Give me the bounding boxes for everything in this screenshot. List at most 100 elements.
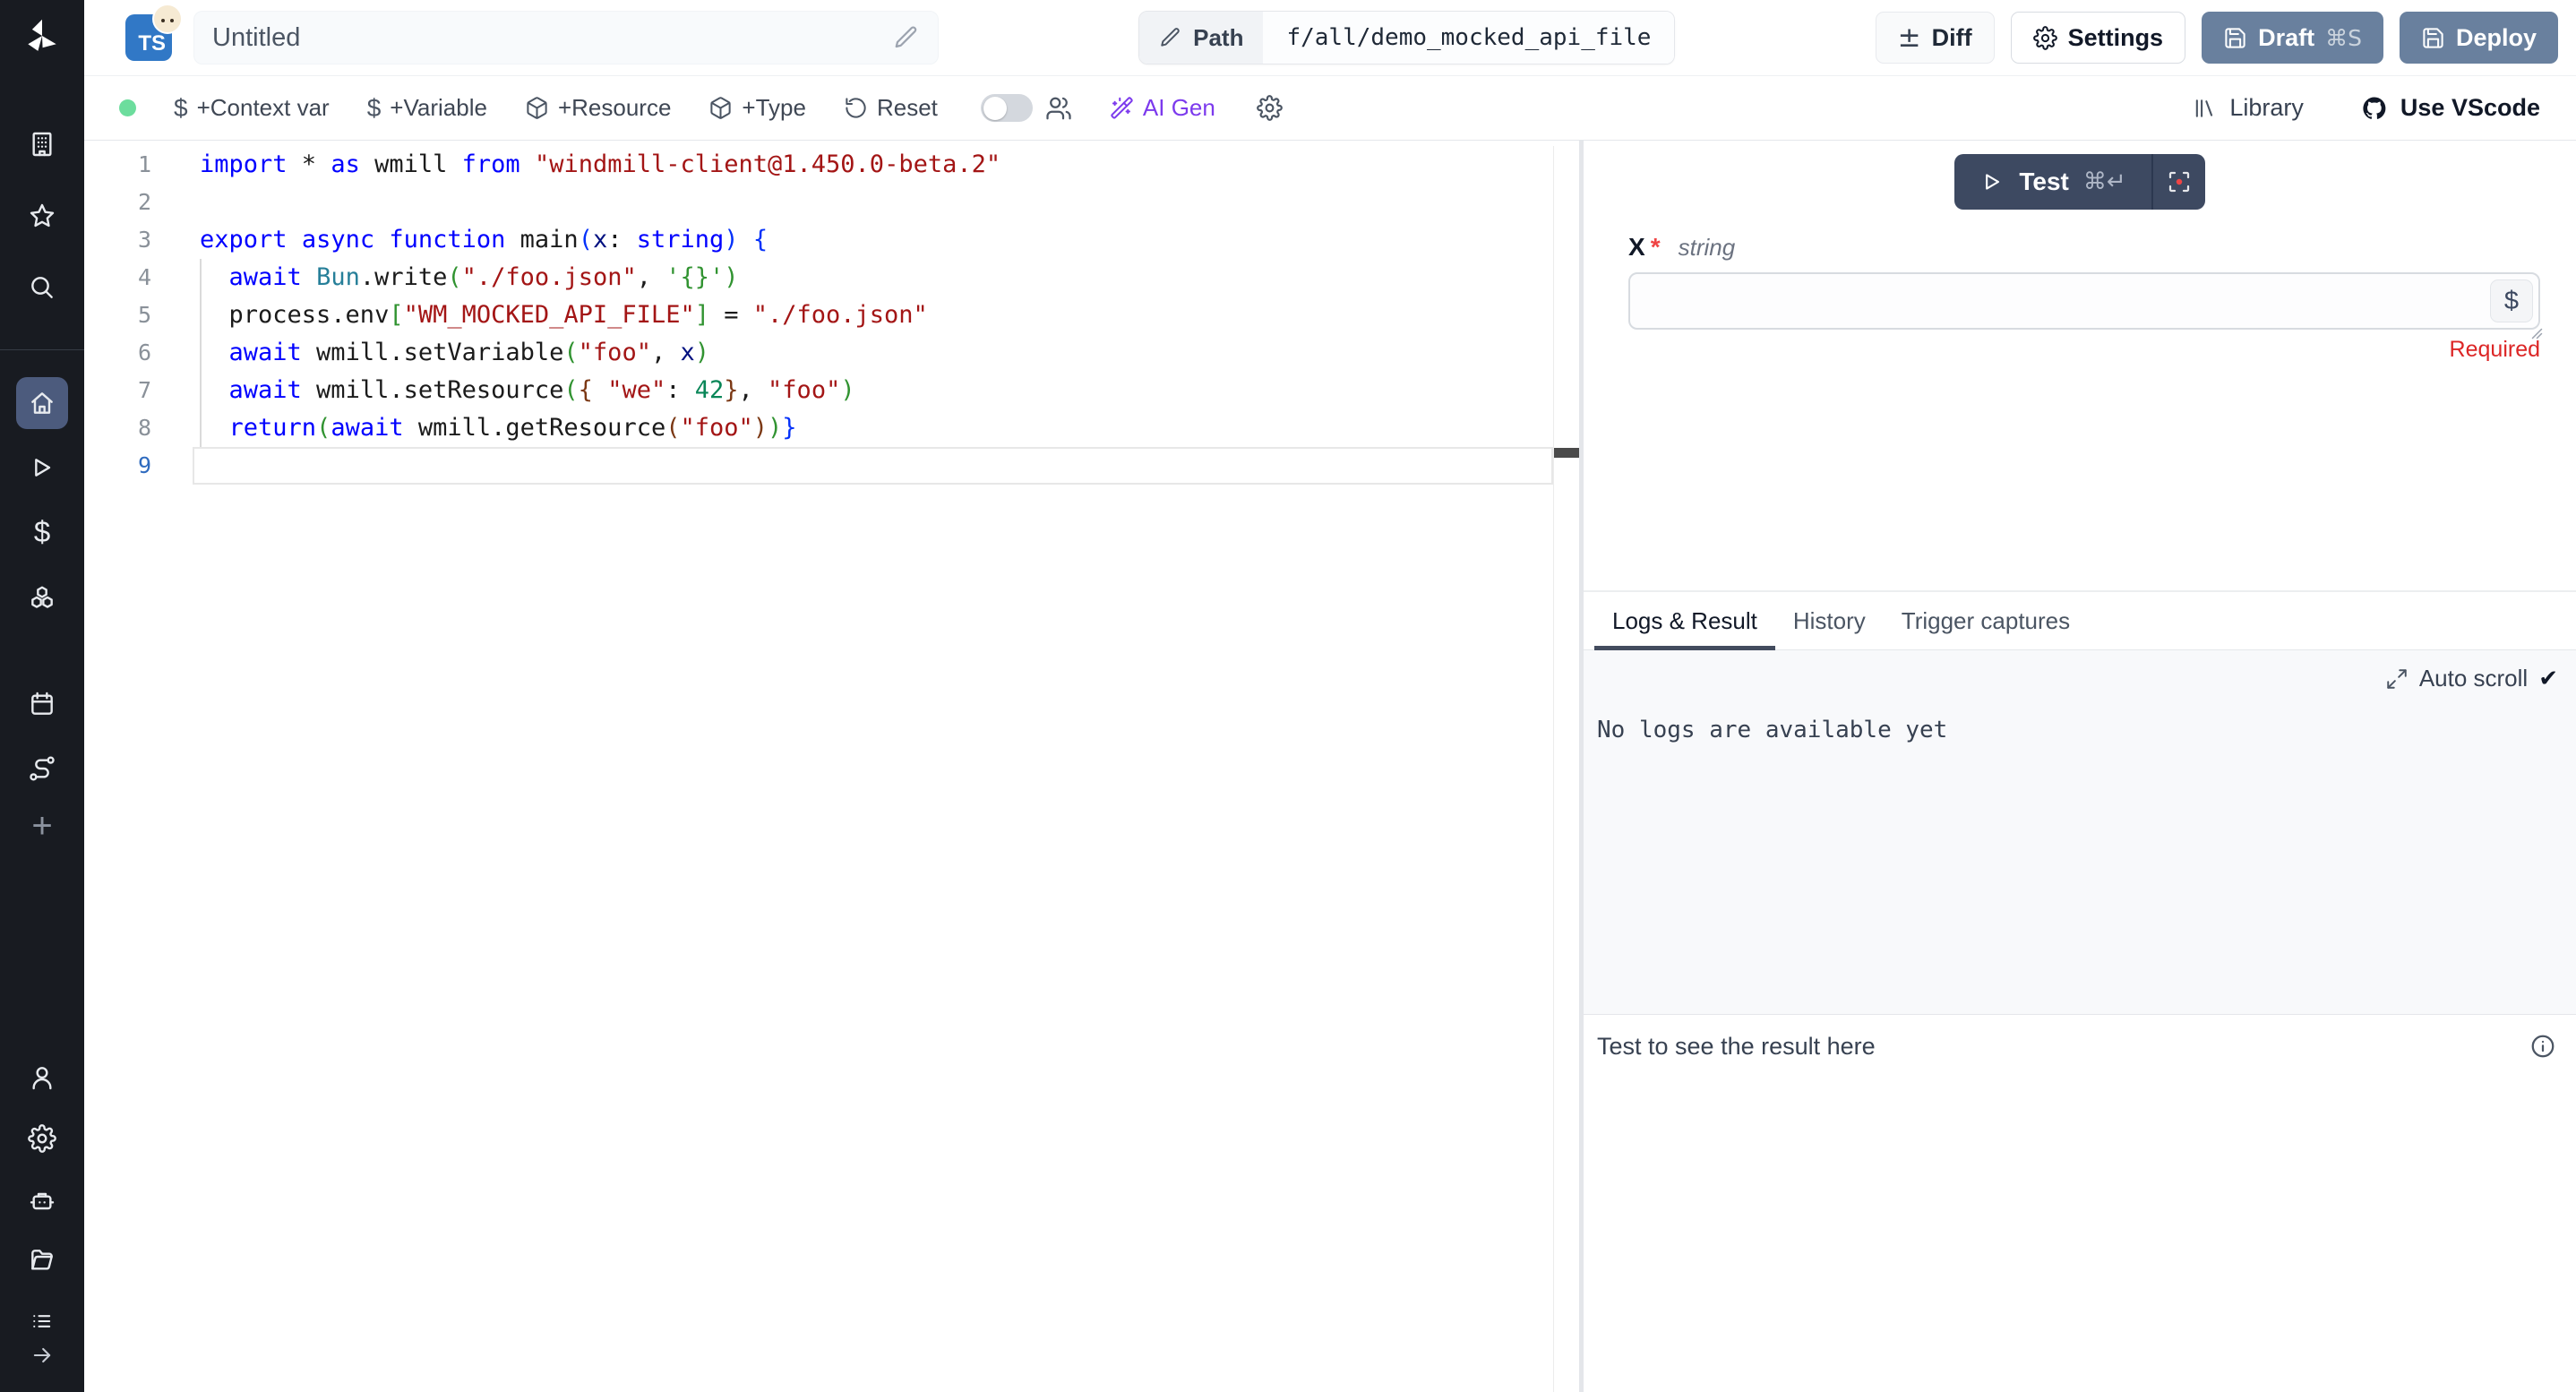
sidebar: $ + [0, 0, 84, 1392]
info-icon[interactable] [2529, 1033, 2556, 1060]
edit-title-pencil-icon[interactable] [893, 24, 920, 51]
code-token: ( [579, 226, 593, 253]
sidebar-item-runs[interactable] [25, 451, 59, 485]
code-line[interactable]: 7 await wmill.setResource({ "we": 42}, "… [84, 372, 1553, 409]
test-button[interactable]: Test ⌘↵ [1954, 154, 2151, 210]
code-token: wmill.setResource [302, 376, 564, 404]
code-line-content[interactable] [193, 184, 1553, 221]
sidebar-item-user[interactable] [25, 1061, 59, 1095]
windmill-logo[interactable] [19, 13, 65, 59]
code-editor[interactable]: 1import * as wmill from "windmill-client… [84, 141, 1579, 1392]
bun-runtime-icon [152, 4, 183, 34]
sidebar-item-home[interactable] [16, 377, 68, 429]
code-token: ) [753, 414, 768, 442]
code-token [200, 376, 229, 404]
windmill-logo-icon [21, 15, 63, 56]
argument-x-input[interactable] [1628, 272, 2540, 330]
code-line-content[interactable]: await Bun.write("./foo.json", '{}') [193, 259, 1553, 296]
code-line[interactable]: 8 return(await wmill.getResource("foo"))… [84, 409, 1553, 447]
line-number[interactable]: 4 [84, 259, 193, 296]
dollar-icon: $ [34, 515, 50, 549]
sidebar-item-workers[interactable] [25, 1184, 59, 1218]
sidebar-item-search[interactable] [25, 271, 59, 305]
sidebar-divider [0, 349, 84, 350]
sidebar-item-add[interactable]: + [25, 809, 59, 843]
capture-test-button[interactable] [2153, 154, 2205, 210]
draft-label: Draft [2258, 24, 2314, 52]
add-variable-button[interactable]: $ +Variable [367, 94, 487, 123]
code-line[interactable]: 5 process.env["WM_MOCKED_API_FILE"] = ".… [84, 296, 1553, 334]
code-token: wmill [360, 150, 462, 178]
use-vscode-button[interactable]: Use VScode [2361, 94, 2540, 122]
code-token: "foo" [579, 339, 651, 366]
language-badge-typescript[interactable]: TS [125, 14, 172, 61]
line-number[interactable]: 5 [84, 296, 193, 334]
code-token: , [739, 376, 769, 404]
path-editor[interactable]: Path f/all/demo_mocked_api_file [1138, 11, 1675, 64]
expand-icon[interactable] [2385, 667, 2409, 691]
code-line-content[interactable]: return(await wmill.getResource("foo"))} [193, 409, 1553, 447]
code-line[interactable]: 9 [84, 447, 1553, 485]
sidebar-item-settings[interactable] [25, 1121, 59, 1156]
sidebar-item-variables[interactable]: $ [25, 515, 59, 549]
code-token: , [637, 263, 666, 291]
code-line-content[interactable]: process.env["WM_MOCKED_API_FILE"] = "./f… [193, 296, 1553, 334]
code-line[interactable]: 1import * as wmill from "windmill-client… [84, 146, 1553, 184]
path-value: f/all/demo_mocked_api_file [1263, 12, 1674, 64]
code-line-content[interactable]: await wmill.setVariable("foo", x) [193, 334, 1553, 372]
resize-handle-icon[interactable] [2526, 322, 2544, 340]
reset-button[interactable]: Reset [844, 94, 938, 122]
sidebar-item-logs[interactable] [25, 1304, 59, 1338]
tab-logs-result[interactable]: Logs & Result [1594, 592, 1775, 649]
code-line[interactable]: 2 [84, 184, 1553, 221]
code-line-content[interactable] [193, 447, 1553, 485]
sidebar-item-folders[interactable] [25, 1243, 59, 1277]
code-token: : [607, 226, 637, 253]
code-line-content[interactable]: export async function main(x: string) { [193, 221, 1553, 259]
code-token: ) [695, 339, 709, 366]
settings-button[interactable]: Settings [2011, 12, 2186, 64]
script-title-input[interactable]: Untitled [193, 11, 939, 64]
auto-scroll-label[interactable]: Auto scroll [2419, 665, 2528, 692]
line-number[interactable]: 9 [84, 447, 193, 485]
check-icon[interactable]: ✔ [2538, 666, 2558, 692]
add-type-button[interactable]: +Type [708, 94, 806, 122]
line-number[interactable]: 2 [84, 184, 193, 221]
sidebar-collapse-button[interactable] [25, 1338, 59, 1372]
add-context-var-button[interactable]: $ +Context var [174, 94, 330, 123]
sidebar-item-schedules[interactable] [25, 687, 59, 721]
library-button[interactable]: Library [2192, 94, 2304, 122]
deploy-label: Deploy [2456, 24, 2537, 52]
line-number[interactable]: 6 [84, 334, 193, 372]
code-line[interactable]: 3export async function main(x: string) { [84, 221, 1553, 259]
insert-variable-button[interactable]: $ [2490, 279, 2533, 322]
dollar-icon: $ [174, 94, 188, 123]
deploy-button[interactable]: Deploy [2400, 12, 2558, 64]
sidebar-item-workspace[interactable] [25, 127, 59, 161]
toggle-knob [983, 97, 1007, 120]
draft-button[interactable]: Draft ⌘S [2202, 12, 2383, 64]
editor-overview-ruler[interactable] [1553, 146, 1579, 1392]
code-line-content[interactable]: import * as wmill from "windmill-client@… [193, 146, 1553, 184]
code-line[interactable]: 4 await Bun.write("./foo.json", '{}') [84, 259, 1553, 296]
diff-button[interactable]: ± Diff [1876, 12, 1995, 64]
multiplayer-toggle[interactable] [981, 94, 1033, 122]
ai-gen-button[interactable]: AI Gen [1110, 94, 1215, 122]
sidebar-item-routes[interactable] [25, 752, 59, 786]
sidebar-item-resources[interactable] [25, 581, 59, 615]
editor-settings-button[interactable] [1257, 95, 1283, 121]
line-number[interactable]: 8 [84, 409, 193, 447]
line-number[interactable]: 3 [84, 221, 193, 259]
line-number[interactable]: 7 [84, 372, 193, 409]
tab-history[interactable]: History [1775, 592, 1884, 649]
code-token: ( [316, 414, 331, 442]
sidebar-item-favorites[interactable] [25, 199, 59, 233]
code-line[interactable]: 6 await wmill.setVariable("foo", x) [84, 334, 1553, 372]
code-line-content[interactable]: await wmill.setResource({ "we": 42}, "fo… [193, 372, 1553, 409]
dollar-icon: $ [367, 94, 382, 123]
line-number[interactable]: 1 [84, 146, 193, 184]
add-resource-button[interactable]: +Resource [525, 94, 671, 122]
vscode-icon [2361, 95, 2388, 122]
arguments-form: X * string $ Required [1584, 210, 2576, 363]
tab-trigger-captures[interactable]: Trigger captures [1884, 592, 2088, 649]
